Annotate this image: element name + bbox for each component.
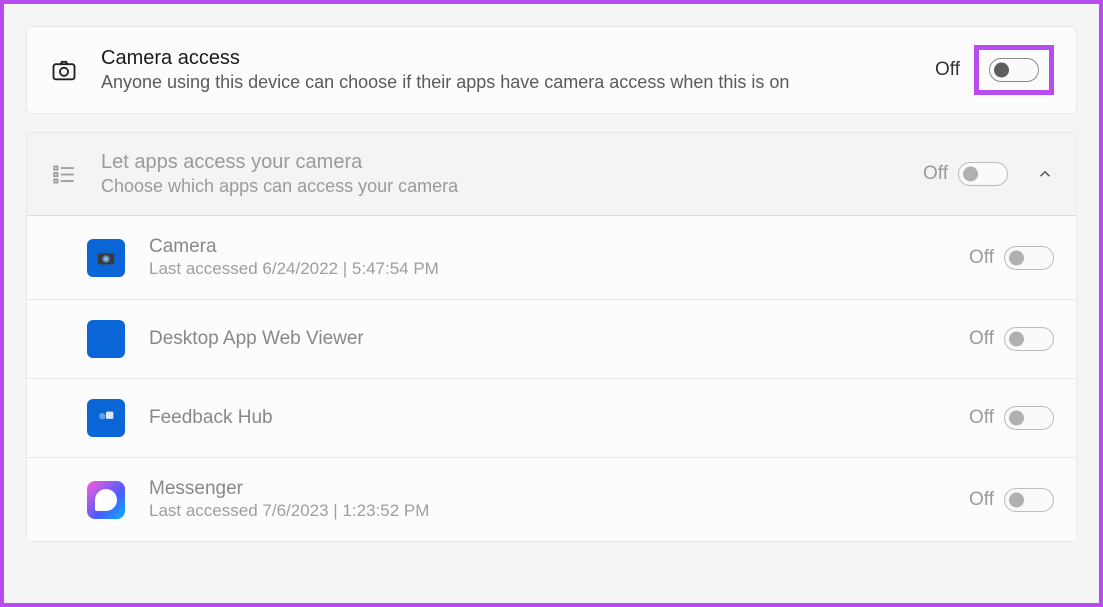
blank-app-icon (87, 320, 125, 358)
camera-access-subtitle: Anyone using this device can choose if t… (101, 72, 935, 93)
feedback-app-icon (87, 399, 125, 437)
app-text: Feedback Hub (149, 407, 969, 429)
app-toggle[interactable] (1004, 246, 1054, 270)
camera-access-title: Camera access (101, 47, 935, 70)
app-state-label: Off (969, 489, 994, 511)
apps-access-header[interactable]: Let apps access your camera Choose which… (27, 133, 1076, 216)
apps-access-panel: Let apps access your camera Choose which… (26, 132, 1077, 542)
apps-access-title: Let apps access your camera (101, 151, 923, 174)
apps-access-text: Let apps access your camera Choose which… (101, 151, 923, 197)
app-toggle[interactable] (1004, 488, 1054, 512)
app-text: Messenger Last accessed 7/6/2023 | 1:23:… (149, 478, 969, 521)
app-state-label: Off (969, 247, 994, 269)
highlight-box (974, 45, 1054, 95)
app-text: Camera Last accessed 6/24/2022 | 5:47:54… (149, 236, 969, 279)
list-icon (49, 159, 79, 189)
camera-access-text: Camera access Anyone using this device c… (101, 47, 935, 93)
app-sub: Last accessed 6/24/2022 | 5:47:54 PM (149, 259, 969, 279)
app-state-label: Off (969, 328, 994, 350)
app-toggle[interactable] (1004, 406, 1054, 430)
app-state-label: Off (969, 407, 994, 429)
app-row-desktop-web-viewer: Desktop App Web Viewer Off (27, 300, 1076, 379)
camera-access-row: Camera access Anyone using this device c… (27, 27, 1076, 113)
camera-access-panel: Camera access Anyone using this device c… (26, 26, 1077, 114)
app-row-feedback-hub: Feedback Hub Off (27, 379, 1076, 458)
camera-app-icon (87, 239, 125, 277)
apps-access-subtitle: Choose which apps can access your camera (101, 176, 923, 197)
apps-access-state-label: Off (923, 163, 948, 185)
app-name: Camera (149, 236, 969, 258)
app-text: Desktop App Web Viewer (149, 328, 969, 350)
app-row-camera: Camera Last accessed 6/24/2022 | 5:47:54… (27, 216, 1076, 300)
apps-access-toggle[interactable] (958, 162, 1008, 186)
chevron-up-icon[interactable] (1036, 165, 1054, 183)
camera-access-toggle[interactable] (989, 58, 1039, 82)
app-name: Desktop App Web Viewer (149, 328, 969, 350)
camera-access-state-label: Off (935, 59, 960, 81)
camera-icon (49, 55, 79, 85)
app-sub: Last accessed 7/6/2023 | 1:23:52 PM (149, 501, 969, 521)
app-name: Messenger (149, 478, 969, 500)
app-name: Feedback Hub (149, 407, 969, 429)
app-row-messenger: Messenger Last accessed 7/6/2023 | 1:23:… (27, 458, 1076, 541)
app-toggle[interactable] (1004, 327, 1054, 351)
messenger-app-icon (87, 481, 125, 519)
